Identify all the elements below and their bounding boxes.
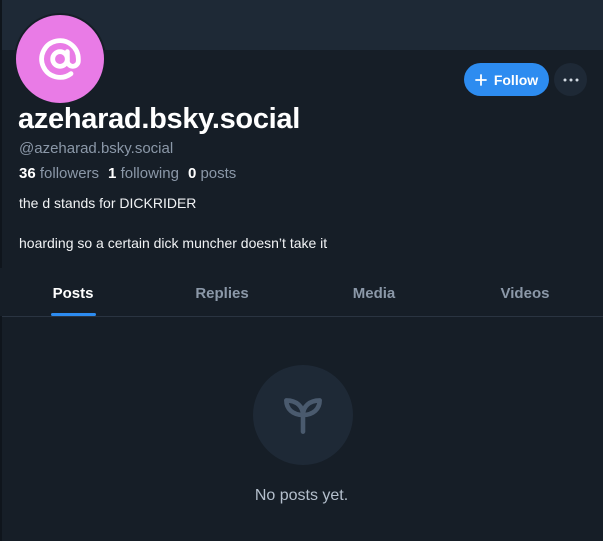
- ellipsis-icon: [563, 78, 578, 81]
- sprout-icon: [284, 398, 322, 434]
- handle: @azeharad.bsky.social: [19, 140, 174, 157]
- followers-count: 36: [19, 165, 36, 182]
- tab-label: Replies: [195, 284, 249, 302]
- posts-count: 0: [187, 165, 197, 182]
- avatar[interactable]: [14, 13, 106, 105]
- profile-stats: 36 followers 1 following 0 posts: [19, 165, 245, 182]
- followers-label: followers: [39, 165, 100, 182]
- posts-label: posts: [200, 165, 237, 182]
- tab-posts[interactable]: Posts: [28, 270, 118, 316]
- left-border: [0, 316, 2, 541]
- tab-videos[interactable]: Videos: [480, 270, 570, 316]
- at-sign-icon: [39, 38, 81, 80]
- empty-state-badge: [253, 365, 353, 465]
- display-name: azeharad.bsky.social: [18, 103, 301, 135]
- bio-line: hoarding so a certain dick muncher doesn…: [19, 235, 328, 251]
- tab-label: Media: [352, 284, 396, 302]
- following-count: 1: [108, 165, 117, 182]
- profile-page: Follow azeharad.bsky.social @azeharad.bs…: [0, 0, 603, 541]
- following-label: following: [120, 165, 179, 182]
- empty-state-message: No posts yet.: [254, 487, 349, 504]
- tab-replies[interactable]: Replies: [177, 270, 267, 316]
- following-stat[interactable]: 1 following: [108, 165, 179, 182]
- tab-media[interactable]: Media: [329, 270, 419, 316]
- more-options-button[interactable]: [554, 63, 587, 96]
- tab-label: Posts: [52, 284, 94, 302]
- left-border: [0, 0, 2, 268]
- posts-stat: 0 posts: [188, 165, 236, 182]
- tab-label: Videos: [500, 284, 550, 302]
- followers-stat[interactable]: 36 followers: [19, 165, 99, 182]
- follow-button-label: Follow: [493, 71, 539, 88]
- bio-line: the d stands for DICKRIDER: [19, 195, 197, 211]
- follow-button[interactable]: Follow: [464, 63, 549, 96]
- profile-tabs: Posts Replies Media Videos: [0, 270, 603, 317]
- active-tab-indicator: [51, 313, 96, 316]
- plus-icon: [474, 73, 487, 86]
